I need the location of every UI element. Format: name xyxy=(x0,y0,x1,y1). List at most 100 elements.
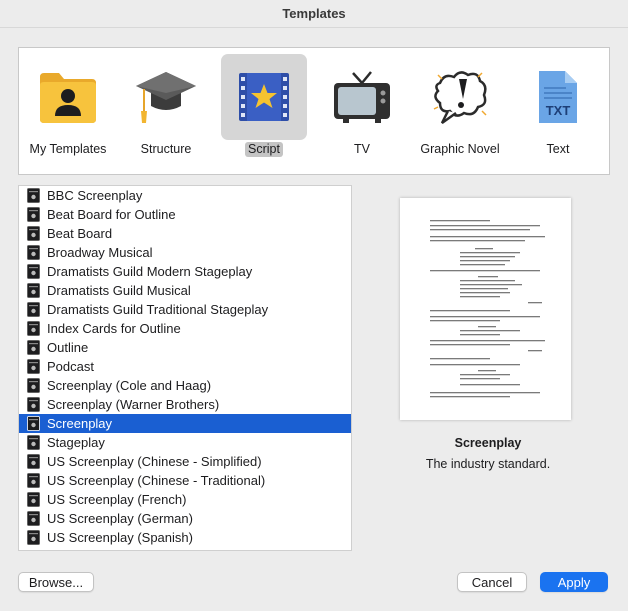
preview-text-line xyxy=(460,264,505,266)
category-tile xyxy=(221,54,307,140)
cancel-button[interactable]: Cancel xyxy=(457,572,527,592)
script-document-icon xyxy=(27,511,40,526)
category-picker: My Templates Structure Script TV Graphic… xyxy=(18,47,610,175)
script-document-icon xyxy=(27,321,40,336)
template-list-item-label: US Screenplay (Chinese - Simplified) xyxy=(47,454,262,469)
script-document-icon xyxy=(27,416,40,431)
template-list-item[interactable]: US Screenplay (Chinese - Traditional) xyxy=(19,471,351,490)
template-list-item-label: Beat Board xyxy=(47,226,113,241)
folder-person-icon xyxy=(40,73,96,123)
script-document-icon xyxy=(27,378,40,393)
script-document-icon xyxy=(27,207,40,222)
preview-text-line xyxy=(460,288,508,290)
template-list-item[interactable]: Dramatists Guild Musical xyxy=(19,281,351,300)
preview-text-line xyxy=(460,374,510,376)
template-list-item[interactable]: Podcast xyxy=(19,357,351,376)
preview-text-line xyxy=(460,292,510,294)
category-label: Structure xyxy=(140,142,192,156)
template-list-item[interactable]: Screenplay (Warner Brothers) xyxy=(19,395,351,414)
preview-text-line xyxy=(430,220,490,222)
template-list-item[interactable]: Screenplay (Cole and Haag) xyxy=(19,376,351,395)
category-tile xyxy=(319,54,405,140)
template-list-item[interactable]: Dramatists Guild Traditional Stageplay xyxy=(19,300,351,319)
preview-text-line xyxy=(430,229,530,231)
template-list-item-label: Screenplay (Warner Brothers) xyxy=(47,397,220,412)
screenplay-preview-thumbnail xyxy=(430,220,545,398)
template-list-item-label: Dramatists Guild Traditional Stageplay xyxy=(47,302,269,317)
script-document-icon xyxy=(27,188,40,203)
script-document-icon xyxy=(27,435,40,450)
preview-text-line xyxy=(430,392,540,394)
template-preview xyxy=(400,198,571,420)
preview-text-line xyxy=(430,225,540,227)
category-label: Text xyxy=(546,142,570,156)
template-list-item[interactable]: Beat Board for Outline xyxy=(19,205,351,224)
preview-text-line xyxy=(460,284,522,286)
template-list-item[interactable]: Index Cards for Outline xyxy=(19,319,351,338)
category-label: My Templates xyxy=(29,142,107,156)
script-document-icon xyxy=(27,530,40,545)
preview-text-line xyxy=(460,378,500,380)
svg-text:TXT: TXT xyxy=(546,103,571,118)
apply-button[interactable]: Apply xyxy=(540,572,608,592)
preview-title: Screenplay xyxy=(454,436,522,450)
template-list[interactable]: BBC Screenplay Beat Board for Outline Beat… xyxy=(18,185,352,551)
preview-text-line xyxy=(430,240,525,242)
category-text[interactable]: TXT Text xyxy=(515,54,601,168)
preview-text-line xyxy=(460,296,500,298)
template-list-item[interactable]: Beat Board xyxy=(19,224,351,243)
script-document-icon xyxy=(27,454,40,469)
preview-text-line xyxy=(528,302,542,304)
category-structure[interactable]: Structure xyxy=(123,54,209,168)
template-list-item[interactable]: BBC Screenplay xyxy=(19,186,351,205)
category-my-templates[interactable]: My Templates xyxy=(25,54,111,168)
category-label: Script xyxy=(245,142,283,157)
browse-button[interactable]: Browse... xyxy=(18,572,94,592)
template-list-item[interactable]: Dramatists Guild Modern Stageplay xyxy=(19,262,351,281)
preview-text-line xyxy=(460,260,510,262)
template-list-item-label: Dramatists Guild Musical xyxy=(47,283,191,298)
template-list-item[interactable]: Outline xyxy=(19,338,351,357)
preview-text-line xyxy=(460,334,500,336)
template-list-item[interactable]: Stageplay xyxy=(19,433,351,452)
preview-text-line xyxy=(430,316,540,318)
category-label: TV xyxy=(354,142,370,156)
preview-description: The industry standard. xyxy=(425,457,551,471)
script-document-icon xyxy=(27,340,40,355)
template-list-item-label: Screenplay (Cole and Haag) xyxy=(47,378,212,393)
preview-text-line xyxy=(528,350,542,352)
script-document-icon xyxy=(27,283,40,298)
template-list-item-label: Screenplay xyxy=(47,416,113,431)
script-document-icon xyxy=(27,302,40,317)
template-list-item[interactable]: US Screenplay (French) xyxy=(19,490,351,509)
template-list-item[interactable]: US Screenplay (German) xyxy=(19,509,351,528)
preview-text-line xyxy=(460,280,515,282)
category-tv[interactable]: TV xyxy=(319,54,405,168)
template-list-item[interactable]: US Screenplay (Chinese - Simplified) xyxy=(19,452,351,471)
template-list-item[interactable]: Broadway Musical xyxy=(19,243,351,262)
television-icon xyxy=(334,71,390,123)
graduation-cap-icon xyxy=(136,72,196,123)
script-document-icon xyxy=(27,492,40,507)
preview-text-line xyxy=(460,252,520,254)
template-list-item-label: Beat Board for Outline xyxy=(47,207,176,222)
category-tile: TXT xyxy=(515,54,601,140)
template-list-item-label: Podcast xyxy=(47,359,94,374)
category-graphic-novel[interactable]: Graphic Novel xyxy=(417,54,503,168)
preview-text-line xyxy=(430,396,510,398)
template-list-item[interactable]: US Screenplay (Spanish) xyxy=(19,528,351,547)
preview-text-line xyxy=(460,256,515,258)
template-list-item-label: Dramatists Guild Modern Stageplay xyxy=(47,264,253,279)
preview-text-line xyxy=(430,270,540,272)
script-document-icon xyxy=(27,397,40,412)
preview-text-line xyxy=(430,340,545,342)
category-label: Graphic Novel xyxy=(420,142,500,156)
template-list-item-label: Stageplay xyxy=(47,435,105,450)
preview-text-line xyxy=(478,276,498,278)
template-list-item[interactable]: Screenplay xyxy=(19,414,351,433)
preview-text-line xyxy=(460,330,520,332)
category-script[interactable]: Script xyxy=(221,54,307,168)
preview-text-line xyxy=(430,358,490,360)
script-document-icon xyxy=(27,226,40,241)
preview-text-line xyxy=(478,370,496,372)
